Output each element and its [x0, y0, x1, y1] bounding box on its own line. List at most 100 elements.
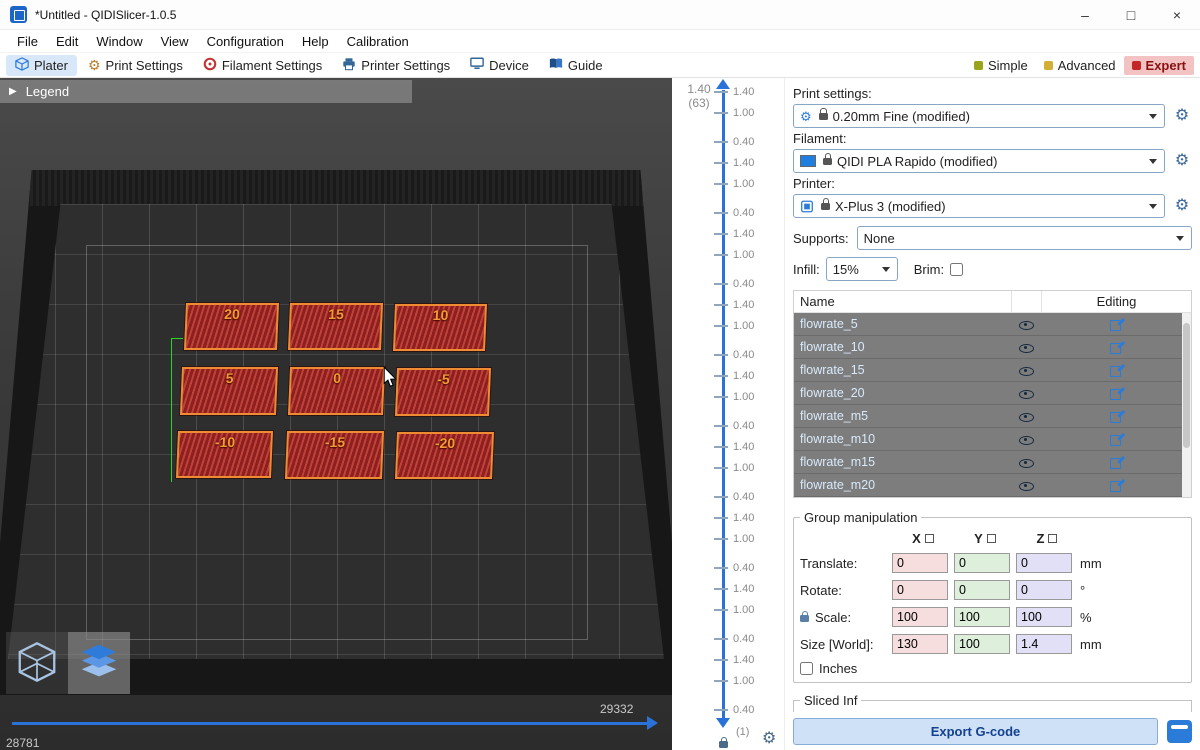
- edit-icon[interactable]: [1110, 364, 1123, 377]
- filament-combo[interactable]: QIDI PLA Rapido (modified): [793, 149, 1165, 173]
- object-row-flowrate-m20[interactable]: flowrate_m20: [794, 474, 1191, 497]
- layer-slider-gear-icon[interactable]: ⚙: [762, 728, 776, 748]
- flowrate-patch-0[interactable]: 0: [288, 367, 385, 415]
- size-x-input[interactable]: [892, 634, 948, 654]
- scale-z-input[interactable]: [1016, 607, 1072, 627]
- flowrate-patch-m10[interactable]: -10: [176, 431, 273, 478]
- menu-help[interactable]: Help: [293, 32, 338, 51]
- editor-view-button[interactable]: [6, 632, 68, 694]
- tab-filament-settings[interactable]: Filament Settings: [194, 55, 331, 76]
- legend-toggle[interactable]: ▶ Legend: [0, 80, 412, 103]
- translate-y-input[interactable]: [954, 553, 1010, 573]
- eye-icon[interactable]: [1019, 478, 1033, 492]
- brim-label: Brim:: [914, 262, 944, 277]
- tab-guide[interactable]: Guide: [540, 55, 612, 75]
- print-profile-icon: ⚙: [800, 110, 812, 123]
- mode-advanced[interactable]: Advanced: [1036, 56, 1124, 75]
- filament-gear-button[interactable]: ⚙: [1172, 153, 1192, 169]
- move-slider-max-value: 29332: [600, 702, 633, 716]
- uniform-scale-lock-icon[interactable]: [800, 615, 809, 622]
- menu-edit[interactable]: Edit: [47, 32, 87, 51]
- flowrate-patch-20[interactable]: 20: [184, 303, 279, 350]
- edit-icon[interactable]: [1110, 387, 1123, 400]
- edit-icon[interactable]: [1110, 318, 1123, 331]
- object-row-flowrate-20[interactable]: flowrate_20: [794, 382, 1191, 405]
- mode-simple[interactable]: Simple: [966, 56, 1036, 75]
- eye-icon[interactable]: [1019, 455, 1033, 469]
- print-profile-lock-icon: [819, 113, 828, 120]
- layer-slider-top-readout: 1.40 (63): [680, 82, 718, 110]
- tab-plater[interactable]: Plater: [6, 55, 77, 76]
- tab-printer-settings[interactable]: Printer Settings: [333, 55, 459, 76]
- minimize-button[interactable]: –: [1062, 0, 1108, 29]
- menu-view[interactable]: View: [152, 32, 198, 51]
- flowrate-patch-15[interactable]: 15: [288, 303, 383, 350]
- eye-icon[interactable]: [1019, 363, 1033, 377]
- preview-view-button[interactable]: [68, 632, 130, 694]
- menu-configuration[interactable]: Configuration: [198, 32, 293, 51]
- object-row-flowrate-m15[interactable]: flowrate_m15: [794, 451, 1191, 474]
- visibility-column-header: [1011, 291, 1041, 312]
- object-row-flowrate-10[interactable]: flowrate_10: [794, 336, 1191, 359]
- flowrate-patch-10[interactable]: 10: [393, 304, 487, 351]
- object-list: Name Editing flowrate_5 flowrate_10 flow…: [793, 290, 1192, 498]
- rotate-z-input[interactable]: [1016, 580, 1072, 600]
- tab-device[interactable]: Device: [461, 55, 538, 75]
- axis-frame-icon: [925, 534, 934, 543]
- print-settings-gear-button[interactable]: ⚙: [1172, 108, 1192, 124]
- object-row-flowrate-15[interactable]: flowrate_15: [794, 359, 1191, 382]
- group-manipulation-title: Group manipulation: [800, 510, 921, 525]
- translate-z-input[interactable]: [1016, 553, 1072, 573]
- scale-y-input[interactable]: [954, 607, 1010, 627]
- object-row-flowrate-m5[interactable]: flowrate_m5: [794, 405, 1191, 428]
- menu-window[interactable]: Window: [87, 32, 151, 51]
- send-to-printer-icon[interactable]: [1167, 720, 1192, 743]
- horizontal-move-slider[interactable]: [12, 722, 648, 725]
- export-gcode-button[interactable]: Export G-code: [793, 718, 1158, 745]
- eye-icon[interactable]: [1019, 340, 1033, 354]
- eye-icon[interactable]: [1019, 317, 1033, 331]
- eye-icon[interactable]: [1019, 409, 1033, 423]
- flowrate-patch-m5[interactable]: -5: [395, 368, 491, 416]
- scrollbar-thumb[interactable]: [1183, 323, 1190, 448]
- close-button[interactable]: ×: [1154, 0, 1200, 29]
- edit-icon[interactable]: [1110, 433, 1123, 446]
- maximize-button[interactable]: □: [1108, 0, 1154, 29]
- eye-icon[interactable]: [1019, 432, 1033, 446]
- tab-print-settings[interactable]: ⚙ Print Settings: [79, 56, 192, 75]
- mode-expert[interactable]: Expert: [1124, 56, 1194, 75]
- printer-combo[interactable]: X-Plus 3 (modified): [793, 194, 1165, 218]
- translate-x-input[interactable]: [892, 553, 948, 573]
- edit-icon[interactable]: [1110, 456, 1123, 469]
- flowrate-patch-m20[interactable]: -20: [395, 432, 494, 479]
- layer-tick: 1.00: [714, 604, 754, 616]
- layer-slider-bottom-handle[interactable]: [716, 718, 730, 728]
- flowrate-patch-5[interactable]: 5: [180, 367, 278, 415]
- flowrate-patch-m15[interactable]: -15: [285, 431, 384, 479]
- object-row-flowrate-5[interactable]: flowrate_5: [794, 313, 1191, 336]
- size-y-input[interactable]: [954, 634, 1010, 654]
- printer-gear-button[interactable]: ⚙: [1172, 198, 1192, 214]
- brim-checkbox[interactable]: [950, 263, 963, 276]
- edit-icon[interactable]: [1110, 410, 1123, 423]
- eye-icon[interactable]: [1019, 386, 1033, 400]
- object-row-flowrate-m10[interactable]: flowrate_m10: [794, 428, 1191, 451]
- layer-tick: 1.40: [714, 512, 754, 524]
- rotate-y-input[interactable]: [954, 580, 1010, 600]
- layer-slider-lock-icon[interactable]: [719, 741, 728, 748]
- menu-file[interactable]: File: [8, 32, 47, 51]
- rotate-x-input[interactable]: [892, 580, 948, 600]
- edit-icon[interactable]: [1110, 341, 1123, 354]
- axis-frame-icon: [1048, 534, 1057, 543]
- scale-x-input[interactable]: [892, 607, 948, 627]
- inches-checkbox[interactable]: [800, 662, 813, 675]
- print-settings-combo[interactable]: ⚙ 0.20mm Fine (modified): [793, 104, 1165, 128]
- menu-calibration[interactable]: Calibration: [338, 32, 418, 51]
- layer-tick: 1.40: [714, 583, 754, 595]
- edit-icon[interactable]: [1110, 479, 1123, 492]
- object-list-scrollbar[interactable]: [1182, 313, 1191, 497]
- size-z-input[interactable]: [1016, 634, 1072, 654]
- 3d-viewport[interactable]: ▶ Legend 20 15 10 5 0 -5 -10 -15 -20 293…: [0, 78, 672, 750]
- infill-combo[interactable]: 15%: [826, 257, 898, 281]
- supports-combo[interactable]: None: [857, 226, 1192, 250]
